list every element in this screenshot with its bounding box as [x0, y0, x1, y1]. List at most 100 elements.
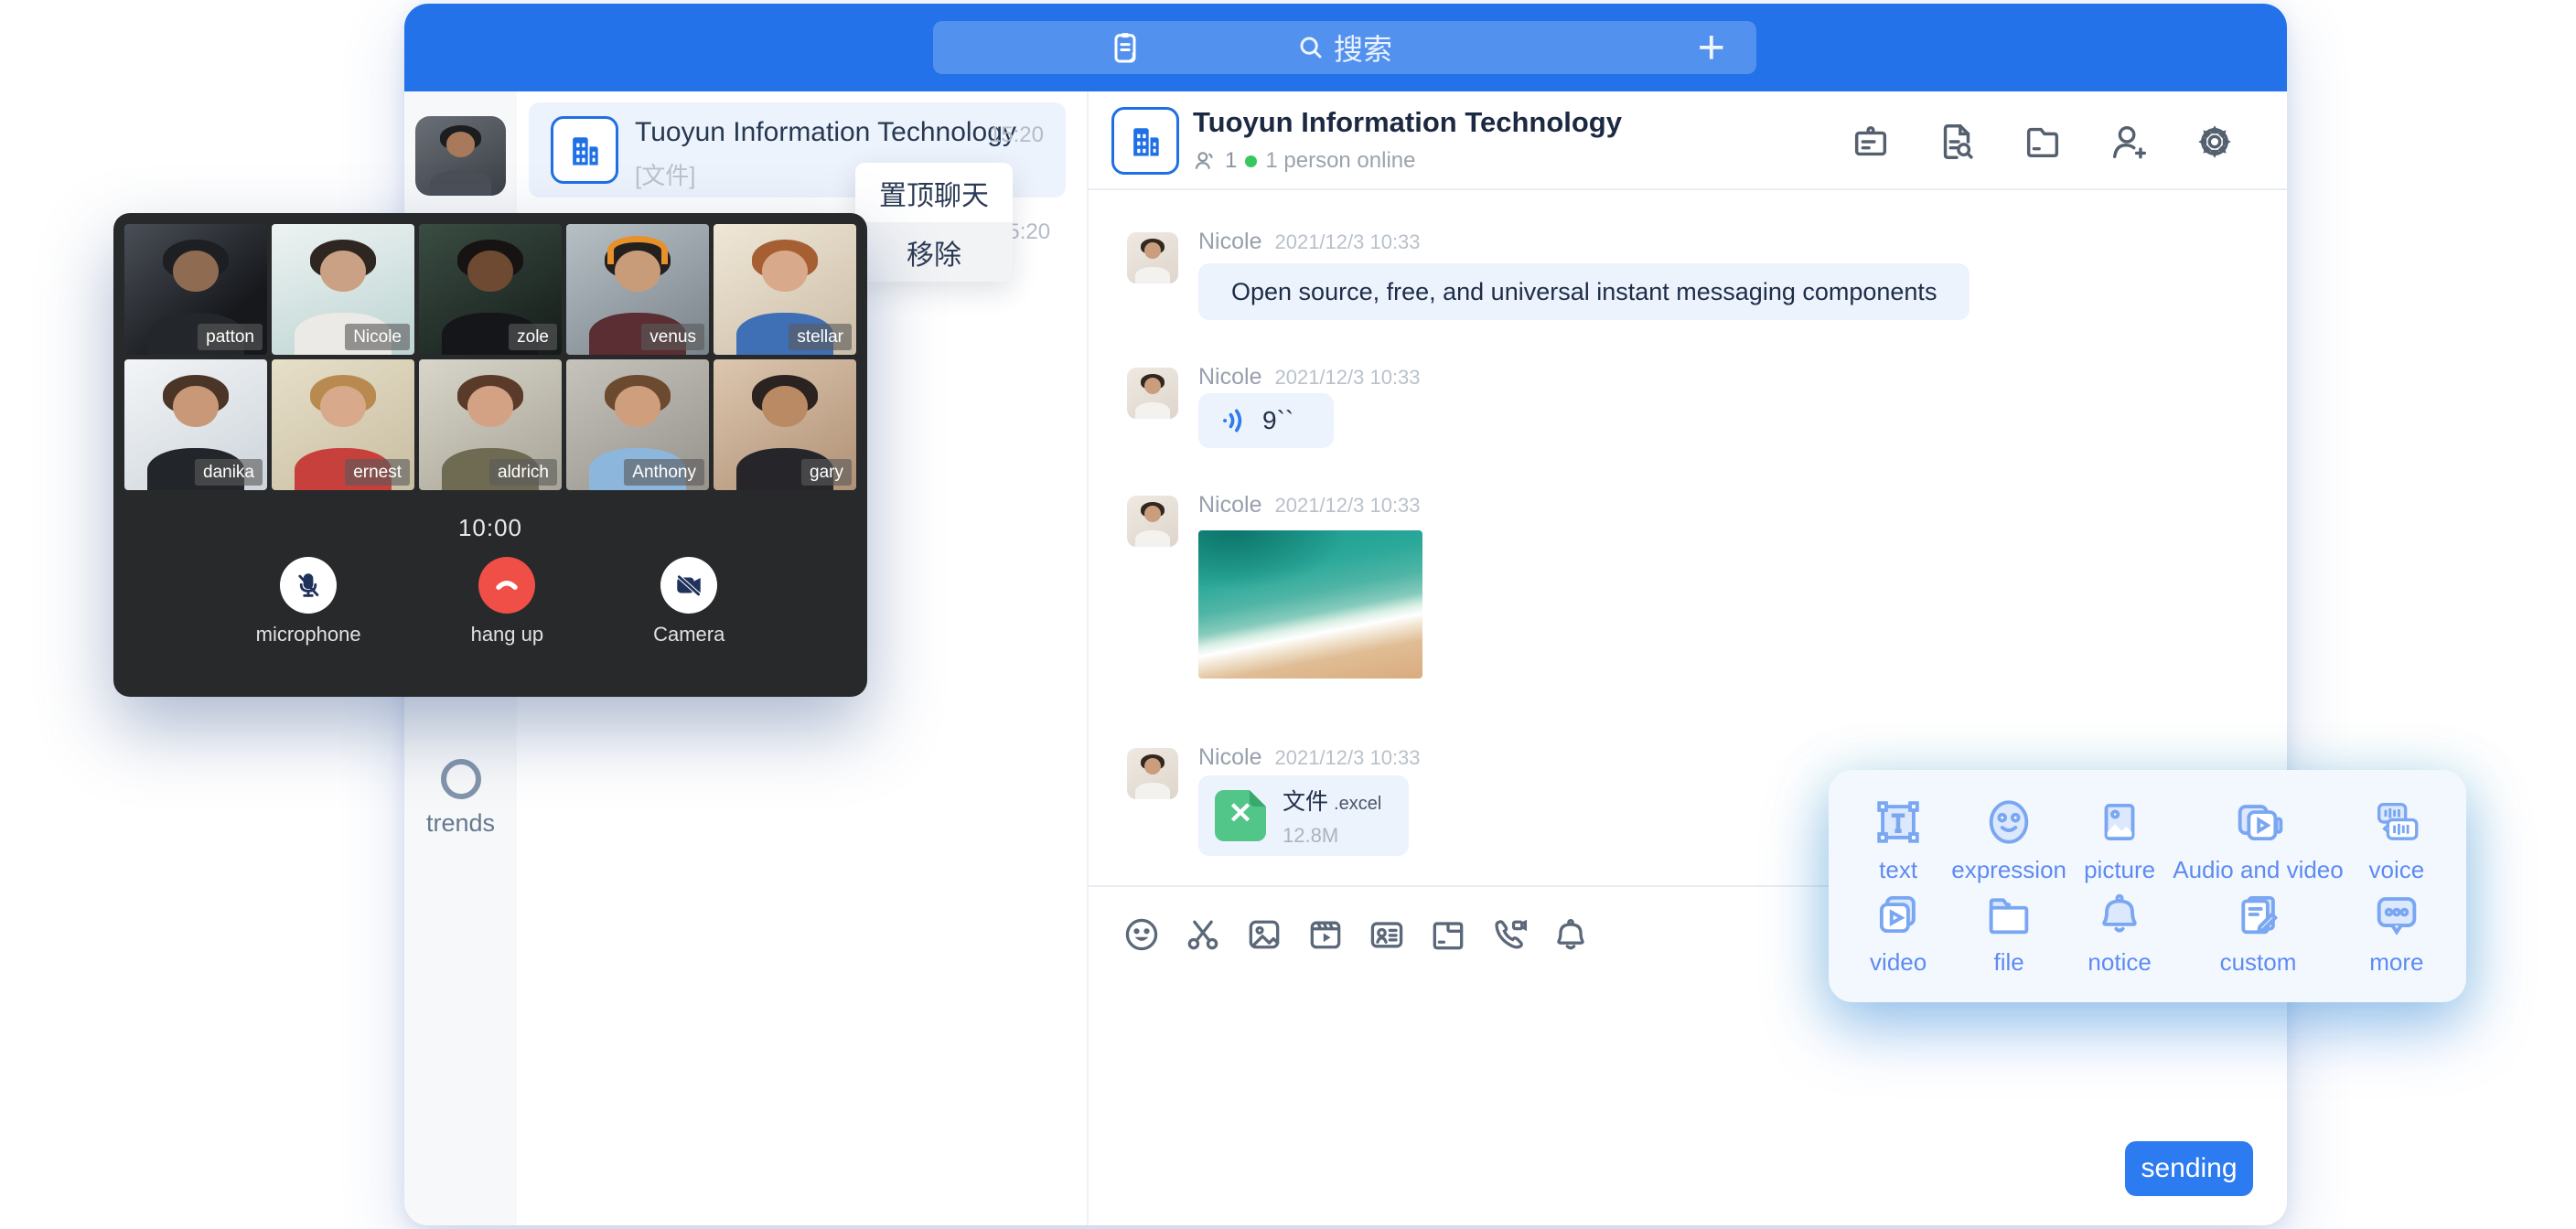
- message-meta: Nicole2021/12/3 10:33: [1198, 492, 1421, 518]
- hang-up-icon[interactable]: [478, 557, 535, 614]
- panel-item-picture[interactable]: picture: [2066, 794, 2173, 886]
- message-meta: Nicole2021/12/3 10:33: [1198, 229, 1421, 255]
- sender-avatar[interactable]: [1127, 496, 1178, 547]
- group-avatar: [551, 116, 618, 184]
- microphone-muted-icon[interactable]: [280, 557, 337, 614]
- chat-history-search-icon[interactable]: [1936, 121, 1978, 163]
- video-tile: zole: [419, 224, 562, 355]
- panel-item-expression[interactable]: expression: [1951, 794, 2066, 886]
- add-member-icon[interactable]: [2108, 121, 2150, 163]
- participant-name: zole: [509, 324, 557, 350]
- notice-tool-icon: [2093, 888, 2146, 941]
- panel-item-voice[interactable]: voice: [2344, 794, 2450, 886]
- voice-duration: 9``: [1262, 406, 1293, 435]
- microphone-control[interactable]: microphone: [256, 557, 361, 647]
- call-timer: 10:00: [124, 514, 856, 542]
- video-clip-icon[interactable]: [1305, 914, 1346, 955]
- audio-video-call-icon[interactable]: [1489, 914, 1530, 955]
- video-tile: venus: [566, 224, 709, 355]
- camera-label: Camera: [653, 623, 724, 647]
- send-button[interactable]: sending: [2125, 1141, 2253, 1196]
- contact-card-icon[interactable]: [1367, 914, 1407, 955]
- conversation-time: 15:20: [989, 123, 1044, 148]
- audio-video-tool-icon: [2231, 796, 2284, 849]
- video-tile: Anthony: [566, 359, 709, 490]
- message-text: Open source, free, and universal instant…: [1231, 278, 1937, 306]
- panel-item-notice[interactable]: notice: [2066, 886, 2173, 978]
- message-meta: Nicole2021/12/3 10:33: [1198, 364, 1421, 390]
- online-dot: [1245, 155, 1257, 167]
- participant-name: stellar: [789, 324, 852, 350]
- files-icon[interactable]: [2022, 121, 2064, 163]
- chat-group-avatar: [1111, 107, 1179, 175]
- more-tool-icon: [2370, 888, 2423, 941]
- image-icon[interactable]: [1244, 914, 1284, 955]
- voice-message-bubble[interactable]: 9``: [1198, 393, 1334, 448]
- camera-muted-icon[interactable]: [660, 557, 717, 614]
- context-menu: 置顶聊天 移除: [855, 163, 1013, 282]
- panel-item-text[interactable]: text: [1845, 794, 1951, 886]
- add-plus-button[interactable]: +: [1698, 21, 1725, 74]
- screenshot-scissors-icon[interactable]: [1183, 914, 1223, 955]
- search-bar[interactable]: 搜索 +: [933, 21, 1756, 74]
- video-tile: ernest: [272, 359, 414, 490]
- sidebar-item-trends[interactable]: trends: [404, 759, 517, 838]
- menu-item-pin-chat[interactable]: 置顶聊天: [855, 163, 1013, 222]
- participant-name: aldrich: [489, 459, 557, 486]
- file-name: 文件.excel: [1283, 784, 1381, 817]
- panel-item-more[interactable]: more: [2344, 886, 2450, 978]
- notification-bell-icon[interactable]: [1551, 914, 1591, 955]
- trends-label: trends: [404, 809, 517, 838]
- video-tile: aldrich: [419, 359, 562, 490]
- participant-name: patton: [198, 324, 263, 350]
- custom-tool-icon: [2231, 888, 2284, 941]
- settings-gear-icon[interactable]: [2194, 121, 2236, 163]
- top-bar: 搜索 +: [404, 4, 2287, 91]
- chat-title: Tuoyun Information Technology: [1193, 106, 1622, 139]
- image-message-beach[interactable]: [1198, 530, 1422, 679]
- conversation-title: Tuoyun Information Technology: [635, 117, 1016, 148]
- emoji-icon[interactable]: [1122, 914, 1162, 955]
- hang-up-label: hang up: [471, 623, 544, 647]
- text-tool-icon: [1872, 796, 1925, 849]
- message-type-panel: text expression picture: [1829, 770, 2466, 1002]
- sender-avatar[interactable]: [1127, 368, 1178, 419]
- voice-tool-icon: [2370, 796, 2423, 849]
- panel-item-file[interactable]: file: [1951, 886, 2066, 978]
- video-call-window[interactable]: patton Nicole zole venus stellar danika …: [113, 213, 867, 697]
- panel-item-custom[interactable]: custom: [2173, 886, 2343, 978]
- sender-avatar[interactable]: [1127, 748, 1178, 799]
- menu-item-remove[interactable]: 移除: [855, 222, 1013, 282]
- participant-name: venus: [641, 324, 704, 350]
- search-icon: [1297, 34, 1325, 61]
- excel-file-icon: [1215, 790, 1266, 841]
- video-tile: stellar: [714, 224, 856, 355]
- participant-name: gary: [801, 459, 852, 486]
- camera-control[interactable]: Camera: [653, 557, 724, 647]
- panel-item-audio-video[interactable]: Audio and video: [2173, 794, 2343, 886]
- conversation-preview: [文件]: [635, 157, 695, 191]
- file-size: 12.8M: [1283, 824, 1381, 848]
- participant-name: danika: [195, 459, 263, 486]
- composer-toolbar: [1122, 914, 1591, 955]
- text-message-bubble[interactable]: Open source, free, and universal instant…: [1198, 263, 1970, 320]
- sender-avatar[interactable]: [1127, 232, 1178, 283]
- search-placeholder[interactable]: 搜索: [1334, 27, 1392, 69]
- participant-name: Anthony: [624, 459, 704, 486]
- hang-up-control[interactable]: hang up: [471, 557, 544, 647]
- my-avatar[interactable]: [415, 116, 506, 196]
- chat-panel: Tuoyun Information Technology 1 1 person…: [1089, 91, 2287, 1225]
- group-notice-icon[interactable]: [1850, 121, 1892, 163]
- expression-tool-icon: [1982, 796, 2035, 849]
- video-tile: patton: [124, 224, 267, 355]
- member-count: 1: [1225, 148, 1237, 174]
- voice-wave-icon: [1218, 405, 1250, 436]
- trends-icon: [441, 759, 481, 799]
- file-message-bubble[interactable]: 文件.excel 12.8M: [1198, 775, 1409, 856]
- folder-icon[interactable]: [1428, 914, 1468, 955]
- participant-name: ernest: [345, 459, 410, 486]
- panel-item-video[interactable]: video: [1845, 886, 1951, 978]
- message-meta: Nicole2021/12/3 10:33: [1198, 744, 1421, 771]
- video-tile: gary: [714, 359, 856, 490]
- chat-header: Tuoyun Information Technology 1 1 person…: [1089, 91, 2287, 190]
